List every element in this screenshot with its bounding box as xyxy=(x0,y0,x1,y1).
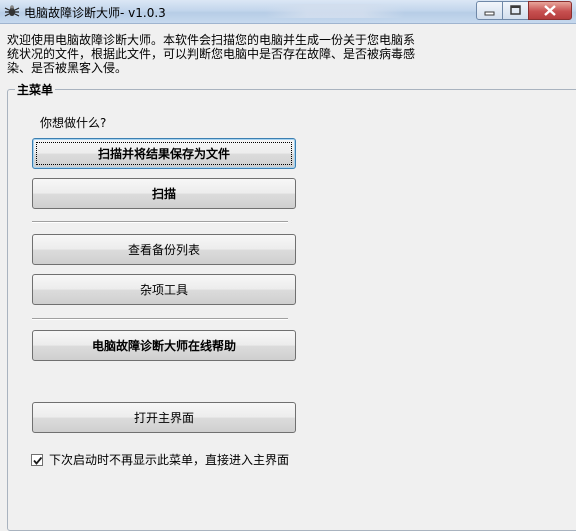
checkmark-icon xyxy=(33,456,43,465)
bug-spider-icon xyxy=(4,3,20,19)
minimize-button[interactable] xyxy=(476,1,503,20)
maximize-button[interactable] xyxy=(502,1,529,20)
misc-tools-label: 杂项工具 xyxy=(139,283,188,297)
scan-and-save-button[interactable]: 扫描并将结果保存为文件 xyxy=(32,138,296,169)
online-help-label: 电脑故障诊断大师在线帮助 xyxy=(91,339,236,353)
skip-menu-label: 下次启动时不再显示此菜单，直接进入主界面 xyxy=(49,453,290,467)
skip-menu-checkbox[interactable] xyxy=(31,453,43,466)
scan-button[interactable]: 扫描 xyxy=(32,178,296,209)
caption-buttons xyxy=(476,1,572,20)
separator-2 xyxy=(32,318,288,320)
misc-tools-button[interactable]: 杂项工具 xyxy=(32,274,296,305)
intro-description: 欢迎使用电脑故障诊断大师。本软件会扫描您的电脑并生成一份关于您电脑系统状况的文件… xyxy=(7,33,416,75)
open-main-window-button[interactable]: 打开主界面 xyxy=(32,402,296,433)
open-main-window-label: 打开主界面 xyxy=(133,411,194,425)
scan-label: 扫描 xyxy=(151,187,176,201)
title-blurred-region xyxy=(265,4,405,18)
title-bar[interactable]: 电脑故障诊断大师- v1.0.3 xyxy=(0,0,576,24)
main-menu-label: 主菜单 xyxy=(15,81,56,98)
maximize-icon xyxy=(510,5,521,15)
scan-and-save-label: 扫描并将结果保存为文件 xyxy=(97,147,230,161)
close-icon xyxy=(544,5,556,16)
window-title: 电脑故障诊断大师- v1.0.3 xyxy=(24,6,166,20)
online-help-button[interactable]: 电脑故障诊断大师在线帮助 xyxy=(32,330,296,361)
view-backup-list-label: 查看备份列表 xyxy=(127,243,200,257)
question-label: 你想做什么? xyxy=(40,116,107,130)
view-backup-list-button[interactable]: 查看备份列表 xyxy=(32,234,296,265)
separator-1 xyxy=(32,221,288,223)
close-button[interactable] xyxy=(528,1,572,20)
minimize-icon xyxy=(484,11,495,16)
skip-menu-option[interactable]: 下次启动时不再显示此菜单，直接进入主界面 xyxy=(31,451,289,468)
